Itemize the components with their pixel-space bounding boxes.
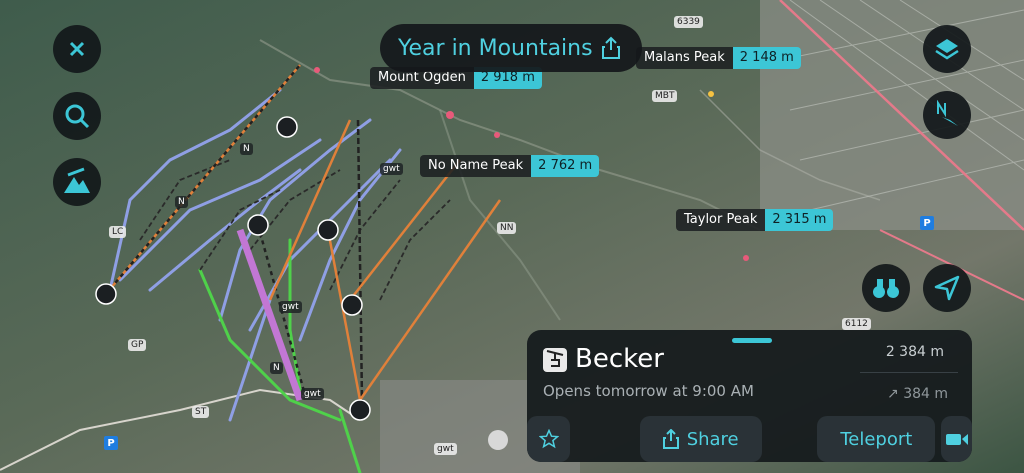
lift-top-elevation: 2 384 m [885, 344, 944, 360]
lift-detail-panel[interactable]: Becker Opens tomorrow at 9:00 AM 2 384 m… [527, 330, 972, 462]
locate-button[interactable] [923, 264, 971, 312]
run-label: gwt [380, 163, 403, 175]
run-label: N [240, 143, 253, 155]
drag-handle[interactable] [732, 338, 772, 343]
peak-elevation: 2 762 m [531, 155, 600, 177]
close-icon [69, 41, 85, 57]
compass-button[interactable] [923, 91, 971, 139]
search-button[interactable] [53, 92, 101, 140]
trail-label: gwt [434, 443, 457, 455]
action-bar: Share Teleport [527, 416, 972, 462]
road-label: 6112 [842, 318, 871, 330]
share-icon [601, 36, 620, 59]
peak-name: Taylor Peak [676, 209, 766, 231]
arrow-up-right-icon: ↗ [887, 386, 904, 402]
layers-button[interactable] [923, 25, 971, 73]
search-icon [65, 104, 90, 129]
vertical-value: 384 m [903, 386, 948, 402]
binoculars-icon [873, 279, 899, 298]
binoculars-button[interactable] [862, 264, 910, 312]
video-camera-icon [945, 434, 968, 445]
trail-label: ST [192, 406, 210, 418]
app-title-button[interactable]: Year in Mountains [380, 24, 642, 72]
layers-icon [935, 39, 959, 60]
peak-name: Malans Peak [636, 47, 733, 69]
share-button[interactable]: Share [639, 416, 762, 462]
peak-elevation: 2 148 m [732, 47, 801, 69]
trail-label: MBT [652, 90, 678, 102]
lift-status: Opens tomorrow at 9:00 AM [543, 382, 754, 400]
share-label: Share [686, 428, 739, 450]
chairlift-icon [543, 348, 567, 372]
teleport-label: Teleport [840, 428, 913, 450]
trail-label: LC [109, 226, 127, 238]
trail-label: GP [128, 339, 147, 351]
camera-button[interactable] [941, 416, 972, 462]
close-button[interactable] [53, 25, 101, 73]
road-label: 6339 [674, 16, 703, 28]
teleport-button[interactable]: Teleport [817, 416, 936, 462]
app-title: Year in Mountains [398, 35, 593, 61]
peak-elevation: 2 315 m [765, 209, 834, 231]
run-label: N [175, 196, 188, 208]
star-icon [538, 429, 559, 449]
favorite-button[interactable] [527, 416, 571, 462]
parking-icon: P [920, 216, 934, 230]
terrain-button[interactable] [53, 158, 101, 206]
lift-name: Becker [575, 344, 664, 374]
terrain-icon [64, 167, 90, 193]
lift-vertical-gain: ↗ 384 m [887, 386, 948, 402]
compass-icon [937, 100, 958, 126]
run-label: gwt [279, 301, 302, 313]
trail-label: NN [497, 222, 517, 234]
parking-icon: P [104, 436, 118, 450]
peak-label[interactable]: Malans Peak 2 148 m [636, 47, 801, 69]
peak-name: No Name Peak [420, 155, 532, 177]
location-arrow-icon [934, 275, 960, 301]
run-label: gwt [301, 388, 324, 400]
run-label: N [270, 362, 283, 374]
peak-label[interactable]: Taylor Peak 2 315 m [676, 209, 834, 231]
share-icon [662, 429, 679, 449]
divider [860, 372, 958, 373]
peak-label[interactable]: No Name Peak 2 762 m [420, 155, 600, 177]
